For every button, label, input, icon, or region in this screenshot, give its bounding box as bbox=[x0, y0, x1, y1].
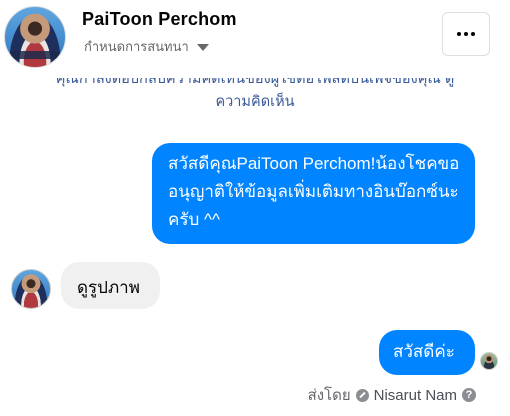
caret-down-icon bbox=[196, 44, 209, 51]
conversation-settings-dropdown[interactable]: กำหนดการสนทนา bbox=[84, 36, 209, 57]
sent-by-label: ส่งโดย bbox=[307, 387, 351, 404]
contact-name[interactable]: PaiToon Perchom bbox=[82, 9, 237, 30]
help-icon[interactable]: ? bbox=[462, 388, 476, 402]
contact-avatar[interactable] bbox=[4, 6, 66, 68]
conversation-header: PaiToon Perchom กำหนดการสนทนา bbox=[0, 0, 510, 70]
notice-text: คุณกำลังตอบกลับความคิดเห็นของผู้ใช้ต่อโพ… bbox=[55, 71, 455, 87]
sent-by-info: ส่งโดย Nisarut Nam ? bbox=[308, 383, 476, 407]
contact-avatar-small[interactable] bbox=[11, 269, 51, 309]
conversation-settings-label: กำหนดการสนทนา bbox=[84, 39, 189, 54]
seen-avatar bbox=[480, 352, 498, 370]
more-dots-icon bbox=[457, 32, 461, 36]
avatar-caption-band bbox=[11, 51, 59, 59]
comment-reply-notice: คุณกำลังตอบกลับความคิดเห็นของผู้ใช้ต่อโพ… bbox=[0, 78, 510, 112]
outgoing-message[interactable]: สวัสดีค่ะ bbox=[379, 330, 475, 375]
more-dots-icon bbox=[464, 32, 468, 36]
outgoing-message[interactable]: สวัสดีคุณPaiToon Perchom!น้องโชคขออนุญาต… bbox=[152, 143, 475, 244]
sender-name: Nisarut Nam bbox=[373, 386, 457, 404]
view-comment-link[interactable]: ความคิดเห็น bbox=[0, 92, 510, 112]
more-dots-icon bbox=[471, 32, 475, 36]
incoming-message[interactable]: ดูรูปภาพ bbox=[61, 262, 160, 309]
more-options-button[interactable] bbox=[442, 12, 490, 56]
admin-check-icon bbox=[355, 388, 369, 402]
